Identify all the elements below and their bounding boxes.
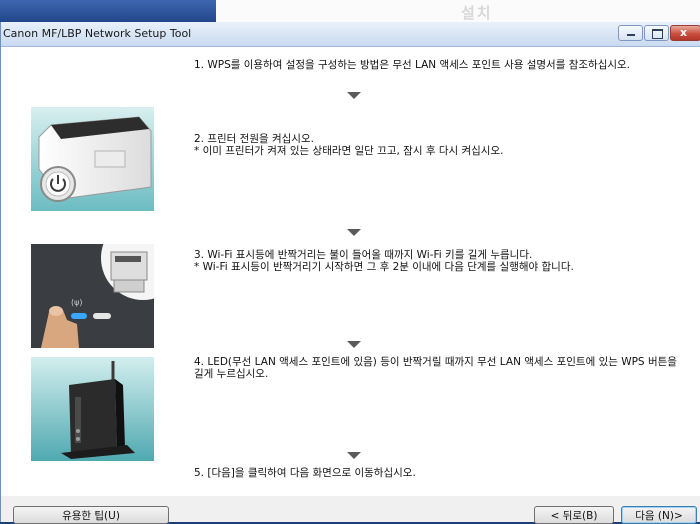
- next-button[interactable]: 다음 (N)>: [621, 506, 697, 524]
- printer-power-image: [31, 107, 154, 211]
- maximize-button[interactable]: [644, 25, 669, 41]
- minimize-icon: [627, 34, 635, 36]
- minimize-button[interactable]: [618, 25, 643, 41]
- instruction-panel: 1. WPS를 이용하여 설정을 구성하는 방법은 무선 LAN 액세스 포인트…: [1, 47, 700, 496]
- access-point-image: [31, 357, 154, 461]
- down-arrow-icon: [347, 92, 361, 99]
- step-4-text: 4. LED(무선 LAN 액세스 포인트에 있음) 등이 반짝거릴 때까지 무…: [194, 356, 677, 380]
- maximize-icon: [652, 29, 663, 39]
- wifi-icon: (ψ): [71, 298, 83, 307]
- title-bar[interactable]: Canon MF/LBP Network Setup Tool x: [1, 22, 700, 47]
- down-arrow-icon: [347, 341, 361, 348]
- close-icon: x: [680, 26, 688, 39]
- step-2-note: * 이미 프린터가 켜져 있는 상태라면 일단 끄고, 잠시 후 다시 켜십시오…: [194, 145, 504, 157]
- step-3-text: 3. Wi-Fi 표시등에 반짝거리는 불이 들어올 때까지 Wi-Fi 키를 …: [194, 249, 533, 261]
- background-window: 설치: [216, 0, 700, 22]
- step-2-text: 2. 프린터 전원을 켜십시오.: [194, 133, 314, 145]
- tips-button[interactable]: 유용한 팁(U): [13, 506, 169, 524]
- router-icon: [69, 379, 125, 455]
- button-bar: 유용한 팁(U) < 뒤로(B) 다음 (N)>: [1, 496, 700, 524]
- down-arrow-icon: [347, 452, 361, 459]
- wifi-key-illustration: [31, 244, 154, 348]
- back-button[interactable]: < 뒤로(B): [534, 506, 614, 524]
- power-icon: [41, 167, 75, 201]
- step-5-text: 5. [다음]을 클릭하여 다음 화면으로 이동하십시오.: [194, 467, 416, 479]
- background-window-title: 설치: [461, 4, 493, 22]
- wifi-key-image: (ψ): [31, 244, 154, 348]
- step-1-text: 1. WPS를 이용하여 설정을 구성하는 방법은 무선 LAN 액세스 포인트…: [194, 59, 631, 71]
- close-button[interactable]: x: [670, 25, 700, 41]
- down-arrow-icon: [347, 229, 361, 236]
- window-title: Canon MF/LBP Network Setup Tool: [3, 27, 192, 40]
- step-3-note: * Wi-Fi 표시등이 반짝거리기 시작하면 그 후 2분 이내에 다음 단계…: [194, 261, 574, 273]
- setup-window: Canon MF/LBP Network Setup Tool x 1. WPS…: [0, 22, 700, 524]
